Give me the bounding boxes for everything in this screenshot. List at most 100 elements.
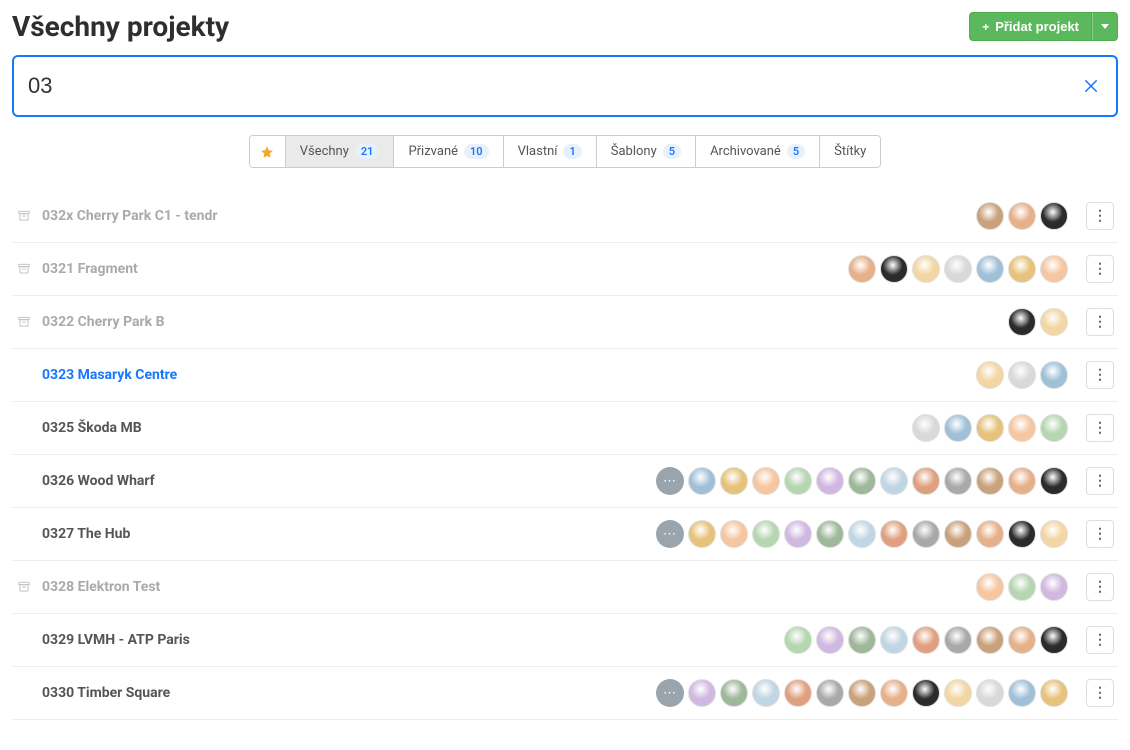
avatar[interactable]	[976, 255, 1004, 283]
avatar[interactable]	[848, 626, 876, 654]
avatar[interactable]	[880, 626, 908, 654]
avatar[interactable]	[1040, 626, 1068, 654]
avatar[interactable]	[1008, 467, 1036, 495]
avatar[interactable]	[912, 255, 940, 283]
avatar[interactable]	[816, 520, 844, 548]
avatar[interactable]	[1008, 520, 1036, 548]
avatar[interactable]	[912, 679, 940, 707]
project-name[interactable]: 0330 Timber Square	[42, 685, 170, 701]
avatar[interactable]	[848, 255, 876, 283]
avatar[interactable]	[848, 679, 876, 707]
avatar[interactable]	[1040, 467, 1068, 495]
row-menu-button[interactable]: ⋮	[1086, 520, 1114, 548]
avatar[interactable]	[1008, 626, 1036, 654]
avatar[interactable]	[688, 467, 716, 495]
row-menu-button[interactable]: ⋮	[1086, 202, 1114, 230]
project-name[interactable]: 0328 Elektron Test	[42, 579, 160, 595]
row-menu-button[interactable]: ⋮	[1086, 255, 1114, 283]
avatar[interactable]	[912, 414, 940, 442]
avatar[interactable]	[944, 626, 972, 654]
project-name[interactable]: 0329 LVMH - ATP Paris	[42, 632, 190, 648]
avatar[interactable]	[880, 520, 908, 548]
row-menu-button[interactable]: ⋮	[1086, 573, 1114, 601]
add-project-dropdown[interactable]	[1092, 12, 1118, 41]
avatar[interactable]	[880, 255, 908, 283]
avatar[interactable]	[1040, 573, 1068, 601]
avatar[interactable]	[976, 414, 1004, 442]
more-avatars-button[interactable]: ⋯	[656, 520, 684, 548]
avatar[interactable]	[976, 679, 1004, 707]
project-name[interactable]: 0323 Masaryk Centre	[42, 367, 177, 383]
tab-archivovane[interactable]: Archivované5	[696, 136, 820, 167]
row-menu-button[interactable]: ⋮	[1086, 414, 1114, 442]
avatar[interactable]	[976, 626, 1004, 654]
avatar[interactable]	[1040, 679, 1068, 707]
avatar[interactable]	[912, 520, 940, 548]
avatar[interactable]	[880, 679, 908, 707]
avatar[interactable]	[944, 414, 972, 442]
project-name[interactable]: 0325 Škoda MB	[42, 420, 142, 436]
avatar[interactable]	[1040, 361, 1068, 389]
project-name[interactable]: 0321 Fragment	[42, 261, 138, 277]
tab-star[interactable]	[250, 136, 286, 167]
avatar[interactable]	[1040, 308, 1068, 336]
tab-stitky[interactable]: Štítky	[820, 136, 880, 167]
avatar[interactable]	[752, 679, 780, 707]
more-avatars-button[interactable]: ⋯	[656, 679, 684, 707]
clear-search-button[interactable]	[1080, 75, 1102, 97]
avatar[interactable]	[784, 467, 812, 495]
avatar[interactable]	[976, 467, 1004, 495]
tab-vsechny[interactable]: Všechny21	[286, 136, 395, 167]
avatar[interactable]	[688, 679, 716, 707]
avatar[interactable]	[1040, 202, 1068, 230]
avatar[interactable]	[1008, 308, 1036, 336]
row-menu-button[interactable]: ⋮	[1086, 361, 1114, 389]
avatar[interactable]	[752, 467, 780, 495]
search-input[interactable]	[28, 73, 1080, 99]
avatar[interactable]	[720, 467, 748, 495]
avatar[interactable]	[1008, 202, 1036, 230]
avatar[interactable]	[1008, 361, 1036, 389]
avatar[interactable]	[784, 679, 812, 707]
project-name[interactable]: 0326 Wood Wharf	[42, 473, 155, 489]
row-menu-button[interactable]: ⋮	[1086, 626, 1114, 654]
avatar[interactable]	[1040, 414, 1068, 442]
avatar[interactable]	[1040, 255, 1068, 283]
avatar[interactable]	[912, 467, 940, 495]
avatar[interactable]	[976, 573, 1004, 601]
tab-vlastni[interactable]: Vlastní1	[504, 136, 597, 167]
avatar[interactable]	[912, 626, 940, 654]
tab-prizvane[interactable]: Přizvané10	[394, 136, 503, 167]
avatar[interactable]	[720, 520, 748, 548]
avatar[interactable]	[976, 520, 1004, 548]
avatar[interactable]	[688, 520, 716, 548]
avatar[interactable]	[944, 467, 972, 495]
avatar[interactable]	[1008, 414, 1036, 442]
avatar[interactable]	[1008, 255, 1036, 283]
avatar[interactable]	[784, 626, 812, 654]
avatar[interactable]	[848, 467, 876, 495]
avatar[interactable]	[752, 520, 780, 548]
avatar[interactable]	[816, 626, 844, 654]
project-name[interactable]: 0327 The Hub	[42, 526, 130, 542]
add-project-button[interactable]: + Přidat projekt	[969, 12, 1092, 41]
project-name[interactable]: 0322 Cherry Park B	[42, 314, 165, 330]
avatar[interactable]	[944, 255, 972, 283]
avatar[interactable]	[880, 467, 908, 495]
more-avatars-button[interactable]: ⋯	[656, 467, 684, 495]
avatar[interactable]	[720, 679, 748, 707]
tab-sablony[interactable]: Šablony5	[597, 136, 696, 167]
avatar[interactable]	[784, 520, 812, 548]
avatar[interactable]	[976, 361, 1004, 389]
project-name[interactable]: 032x Cherry Park C1 - tendr	[42, 208, 218, 224]
row-menu-button[interactable]: ⋮	[1086, 308, 1114, 336]
avatar[interactable]	[816, 679, 844, 707]
row-menu-button[interactable]: ⋮	[1086, 679, 1114, 707]
avatar[interactable]	[1008, 573, 1036, 601]
avatar[interactable]	[1008, 679, 1036, 707]
avatar[interactable]	[944, 679, 972, 707]
avatar[interactable]	[976, 202, 1004, 230]
avatar[interactable]	[816, 467, 844, 495]
avatar[interactable]	[944, 520, 972, 548]
row-menu-button[interactable]: ⋮	[1086, 467, 1114, 495]
